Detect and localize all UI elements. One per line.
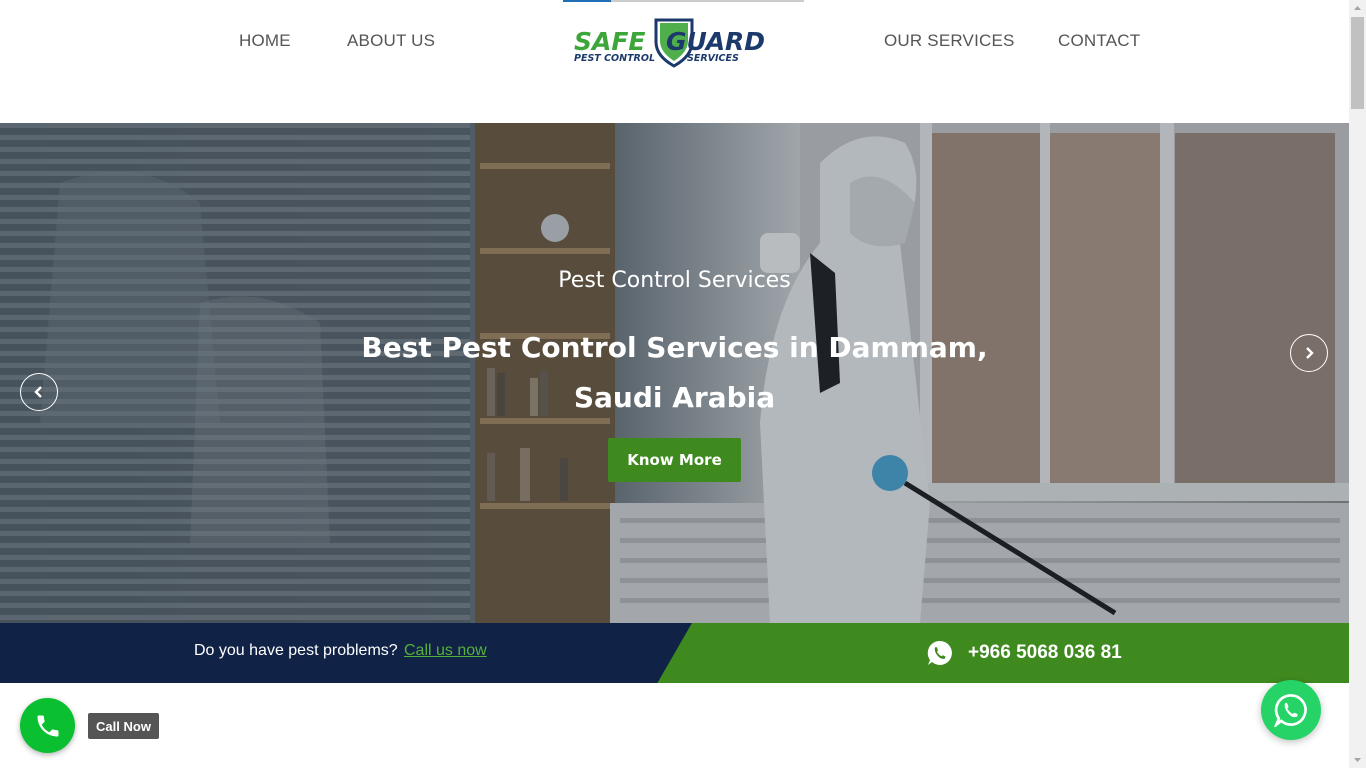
page: HOME ABOUT US SAFE GUARD PEST CONTROL SE… <box>0 0 1366 768</box>
nav-contact[interactable]: CONTACT <box>1058 31 1140 51</box>
hero-title: Best Pest Control Services in Dammam, Sa… <box>0 323 1349 423</box>
site-header: HOME ABOUT US SAFE GUARD PEST CONTROL SE… <box>0 0 1349 123</box>
slider-prev-button[interactable] <box>20 373 58 411</box>
logo-guard-text: GUARD <box>666 27 765 56</box>
phone-icon <box>37 715 58 736</box>
nav-about-us[interactable]: ABOUT US <box>347 31 435 51</box>
chevron-left-icon <box>34 386 42 398</box>
page-scrollbar[interactable] <box>1349 0 1366 768</box>
whatsapp-icon <box>927 640 952 665</box>
call-us-now-link[interactable]: Call us now <box>404 642 487 660</box>
whatsapp-chat-button[interactable] <box>1261 680 1321 740</box>
scroll-up-arrow-icon[interactable] <box>1349 0 1366 17</box>
chevron-right-icon <box>1306 347 1314 359</box>
logo-tagline-2: SERVICES <box>687 53 739 64</box>
logo-safe-text: SAFE <box>574 27 646 56</box>
nav-our-services[interactable]: OUR SERVICES <box>884 31 1015 51</box>
phone-number[interactable]: +966 5068 036 81 <box>968 642 1122 664</box>
scrollbar-thumb[interactable] <box>1351 17 1364 109</box>
call-now-label[interactable]: Call Now <box>88 713 159 739</box>
safeguard-logo[interactable]: SAFE GUARD PEST CONTROL SERVICES <box>572 16 772 68</box>
nav-home[interactable]: HOME <box>239 31 291 51</box>
know-more-button[interactable]: Know More <box>608 438 741 482</box>
call-now-button[interactable] <box>20 698 75 753</box>
whatsapp-icon <box>1274 694 1307 727</box>
hero-title-line-1: Best Pest Control Services in Dammam, <box>361 331 988 364</box>
hero-subtitle: Pest Control Services <box>558 268 791 293</box>
call-banner: Do you have pest problems? Call us now +… <box>0 623 1349 683</box>
pest-problems-question: Do you have pest problems? <box>194 642 398 659</box>
slider-next-button[interactable] <box>1290 334 1328 372</box>
hero-slider: Pest Control Services Best Pest Control … <box>0 123 1349 623</box>
logo-top-accent <box>563 0 611 2</box>
hero-title-line-2: Saudi Arabia <box>573 381 776 414</box>
logo-tagline-1: PEST CONTROL <box>574 53 655 64</box>
scroll-down-arrow-icon[interactable] <box>1349 751 1366 768</box>
